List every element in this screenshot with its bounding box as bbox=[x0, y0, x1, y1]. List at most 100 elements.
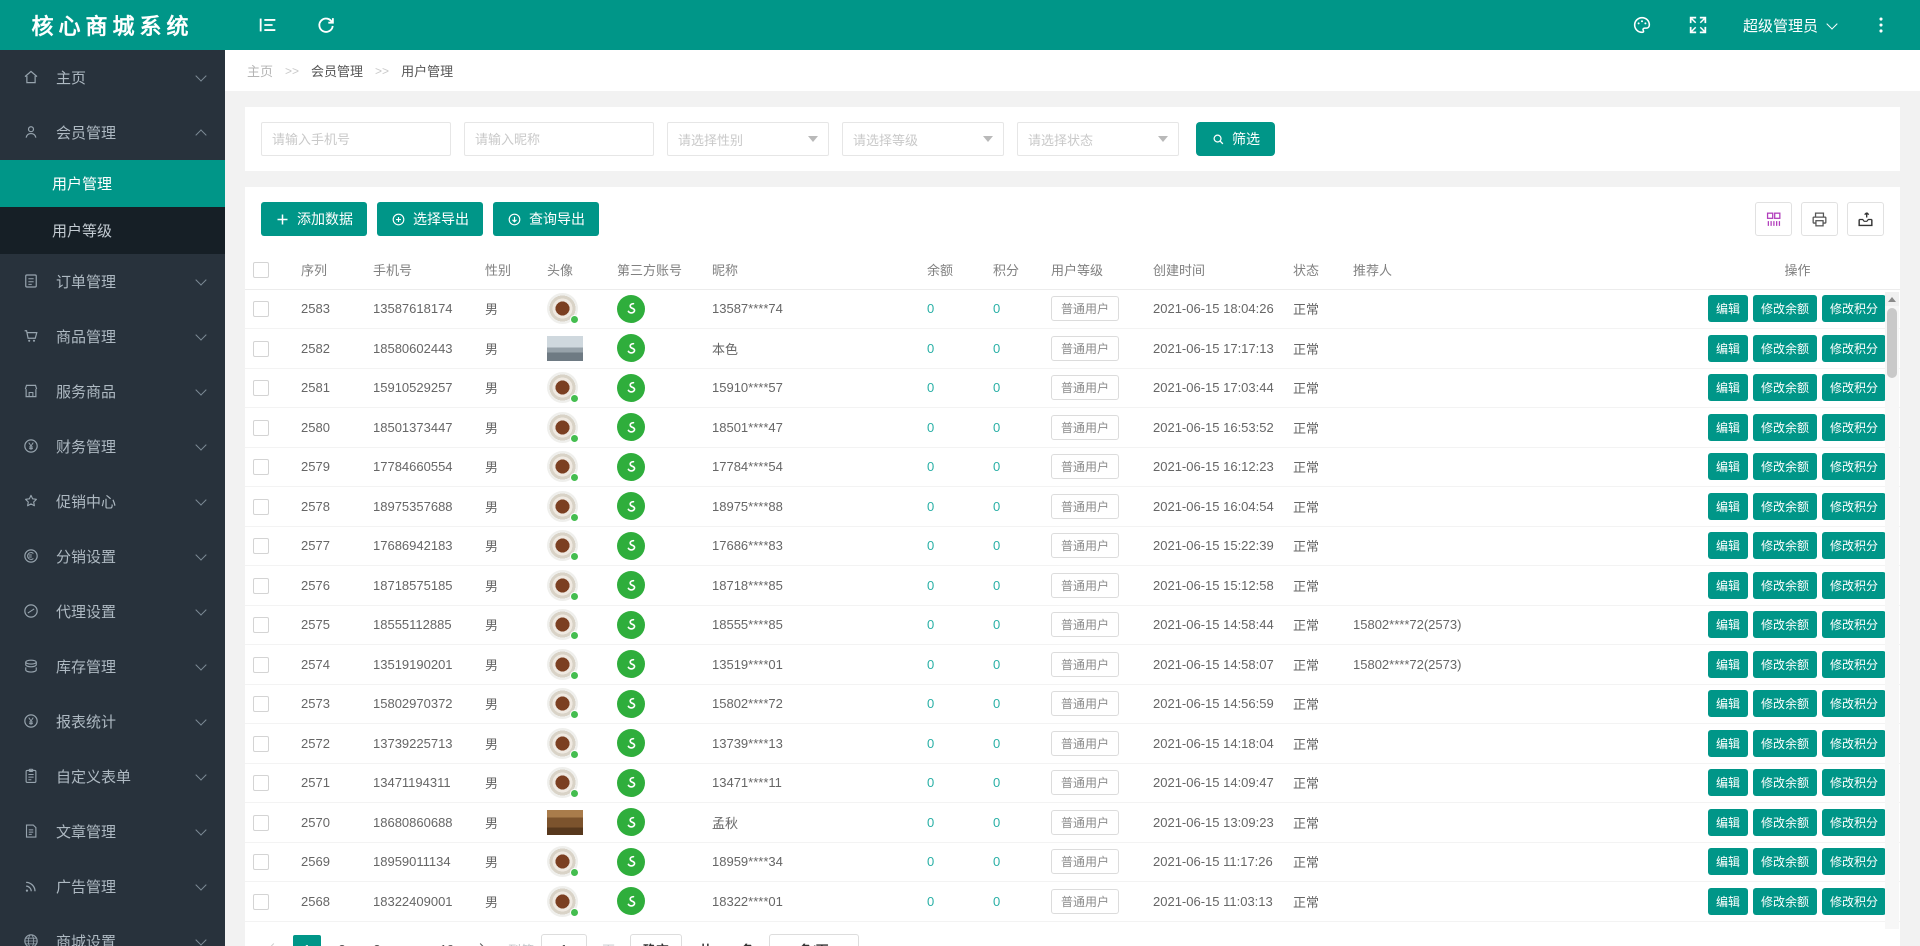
prev-page-icon[interactable] bbox=[267, 943, 280, 946]
modify-balance-button[interactable]: 修改余额 bbox=[1753, 809, 1817, 836]
row-checkbox[interactable] bbox=[253, 894, 269, 910]
edit-button[interactable]: 编辑 bbox=[1708, 769, 1748, 796]
page-button-3[interactable]: 3 bbox=[363, 935, 391, 946]
edit-button[interactable]: 编辑 bbox=[1708, 690, 1748, 717]
modify-balance-button[interactable]: 修改余额 bbox=[1753, 611, 1817, 638]
edit-button[interactable]: 编辑 bbox=[1708, 453, 1748, 480]
breadcrumb-member-mgmt[interactable]: 会员管理 bbox=[311, 61, 363, 80]
status-select[interactable]: 请选择状态 bbox=[1017, 122, 1179, 156]
page-button-19[interactable]: 19 bbox=[433, 935, 461, 946]
modify-balance-button[interactable]: 修改余额 bbox=[1753, 374, 1817, 401]
sidebar-item-4[interactable]: 服务商品 bbox=[0, 364, 225, 419]
level-select[interactable]: 请选择等级 bbox=[842, 122, 1004, 156]
modify-balance-button[interactable]: 修改余额 bbox=[1753, 493, 1817, 520]
edit-button[interactable]: 编辑 bbox=[1708, 611, 1748, 638]
modify-balance-button[interactable]: 修改余额 bbox=[1753, 335, 1817, 362]
sidebar-item-9[interactable]: 库存管理 bbox=[0, 639, 225, 694]
sidebar-item-1[interactable]: 会员管理 bbox=[0, 105, 225, 160]
modify-points-button[interactable]: 修改积分 bbox=[1822, 295, 1886, 322]
modify-points-button[interactable]: 修改积分 bbox=[1822, 572, 1886, 599]
row-checkbox[interactable] bbox=[253, 420, 269, 436]
row-checkbox[interactable] bbox=[253, 538, 269, 554]
modify-points-button[interactable]: 修改积分 bbox=[1822, 888, 1886, 915]
edit-button[interactable]: 编辑 bbox=[1708, 809, 1748, 836]
phone-input[interactable] bbox=[261, 122, 451, 156]
modify-points-button[interactable]: 修改积分 bbox=[1822, 848, 1886, 875]
edit-button[interactable]: 编辑 bbox=[1708, 888, 1748, 915]
sidebar-item-2[interactable]: 订单管理 bbox=[0, 254, 225, 309]
modify-balance-button[interactable]: 修改余额 bbox=[1753, 769, 1817, 796]
palette-icon[interactable] bbox=[1631, 14, 1653, 36]
confirm-button[interactable]: 确定 bbox=[630, 934, 682, 946]
sidebar-item-5[interactable]: 财务管理 bbox=[0, 419, 225, 474]
sidebar-item-13[interactable]: 广告管理 bbox=[0, 859, 225, 914]
modify-points-button[interactable]: 修改积分 bbox=[1822, 611, 1886, 638]
sidebar-item-3[interactable]: 商品管理 bbox=[0, 309, 225, 364]
per-page-select[interactable]: 30 条/页 bbox=[769, 934, 859, 946]
modify-balance-button[interactable]: 修改余额 bbox=[1753, 295, 1817, 322]
gender-select[interactable]: 请选择性别 bbox=[667, 122, 829, 156]
select-all-checkbox[interactable] bbox=[253, 262, 269, 278]
table-scrollbar[interactable] bbox=[1885, 292, 1899, 929]
edit-button[interactable]: 编辑 bbox=[1708, 572, 1748, 599]
sidebar-item-14[interactable]: 商城设置 bbox=[0, 914, 225, 946]
sidebar-item-0[interactable]: 主页 bbox=[0, 50, 225, 105]
scrollbar-thumb[interactable] bbox=[1887, 308, 1897, 378]
row-checkbox[interactable] bbox=[253, 617, 269, 633]
modify-points-button[interactable]: 修改积分 bbox=[1822, 651, 1886, 678]
row-checkbox[interactable] bbox=[253, 380, 269, 396]
next-page-icon[interactable] bbox=[474, 943, 487, 946]
row-checkbox[interactable] bbox=[253, 696, 269, 712]
modify-points-button[interactable]: 修改积分 bbox=[1822, 690, 1886, 717]
breadcrumb-user-mgmt[interactable]: 用户管理 bbox=[401, 61, 453, 80]
row-checkbox[interactable] bbox=[253, 854, 269, 870]
row-checkbox[interactable] bbox=[253, 341, 269, 357]
modify-points-button[interactable]: 修改积分 bbox=[1822, 493, 1886, 520]
add-data-button[interactable]: 添加数据 bbox=[261, 202, 367, 236]
modify-points-button[interactable]: 修改积分 bbox=[1822, 414, 1886, 441]
modify-balance-button[interactable]: 修改余额 bbox=[1753, 730, 1817, 757]
modify-balance-button[interactable]: 修改余额 bbox=[1753, 888, 1817, 915]
page-button-2[interactable]: 2 bbox=[328, 935, 356, 946]
sidebar-item-8[interactable]: 代理设置 bbox=[0, 584, 225, 639]
sidebar-item-10[interactable]: 报表统计 bbox=[0, 694, 225, 749]
modify-points-button[interactable]: 修改积分 bbox=[1822, 532, 1886, 559]
modify-balance-button[interactable]: 修改余额 bbox=[1753, 414, 1817, 441]
modify-points-button[interactable]: 修改积分 bbox=[1822, 374, 1886, 401]
print-button[interactable] bbox=[1801, 202, 1838, 236]
sidebar-toggle-icon[interactable] bbox=[257, 14, 279, 36]
query-export-button[interactable]: 查询导出 bbox=[493, 202, 599, 236]
edit-button[interactable]: 编辑 bbox=[1708, 730, 1748, 757]
row-checkbox[interactable] bbox=[253, 459, 269, 475]
sidebar-subitem[interactable]: 用户等级 bbox=[0, 207, 225, 254]
edit-button[interactable]: 编辑 bbox=[1708, 295, 1748, 322]
page-button-1[interactable]: 1 bbox=[293, 935, 321, 946]
modify-points-button[interactable]: 修改积分 bbox=[1822, 769, 1886, 796]
edit-button[interactable]: 编辑 bbox=[1708, 335, 1748, 362]
filter-button[interactable]: 筛选 bbox=[1196, 122, 1275, 156]
modify-points-button[interactable]: 修改积分 bbox=[1822, 730, 1886, 757]
row-checkbox[interactable] bbox=[253, 301, 269, 317]
row-checkbox[interactable] bbox=[253, 775, 269, 791]
modify-balance-button[interactable]: 修改余额 bbox=[1753, 453, 1817, 480]
modify-points-button[interactable]: 修改积分 bbox=[1822, 809, 1886, 836]
row-checkbox[interactable] bbox=[253, 736, 269, 752]
modify-balance-button[interactable]: 修改余额 bbox=[1753, 572, 1817, 599]
edit-button[interactable]: 编辑 bbox=[1708, 651, 1748, 678]
row-checkbox[interactable] bbox=[253, 578, 269, 594]
refresh-icon[interactable] bbox=[315, 14, 337, 36]
columns-grid-button[interactable] bbox=[1755, 202, 1792, 236]
sidebar-item-11[interactable]: 自定义表单 bbox=[0, 749, 225, 804]
edit-button[interactable]: 编辑 bbox=[1708, 848, 1748, 875]
modify-balance-button[interactable]: 修改余额 bbox=[1753, 848, 1817, 875]
edit-button[interactable]: 编辑 bbox=[1708, 532, 1748, 559]
edit-button[interactable]: 编辑 bbox=[1708, 374, 1748, 401]
modify-balance-button[interactable]: 修改余额 bbox=[1753, 532, 1817, 559]
nickname-input[interactable] bbox=[464, 122, 654, 156]
sidebar-item-6[interactable]: 促销中心 bbox=[0, 474, 225, 529]
modify-balance-button[interactable]: 修改余额 bbox=[1753, 690, 1817, 717]
modify-points-button[interactable]: 修改积分 bbox=[1822, 453, 1886, 480]
export-button[interactable] bbox=[1847, 202, 1884, 236]
breadcrumb-home[interactable]: 主页 bbox=[247, 61, 273, 80]
row-checkbox[interactable] bbox=[253, 815, 269, 831]
